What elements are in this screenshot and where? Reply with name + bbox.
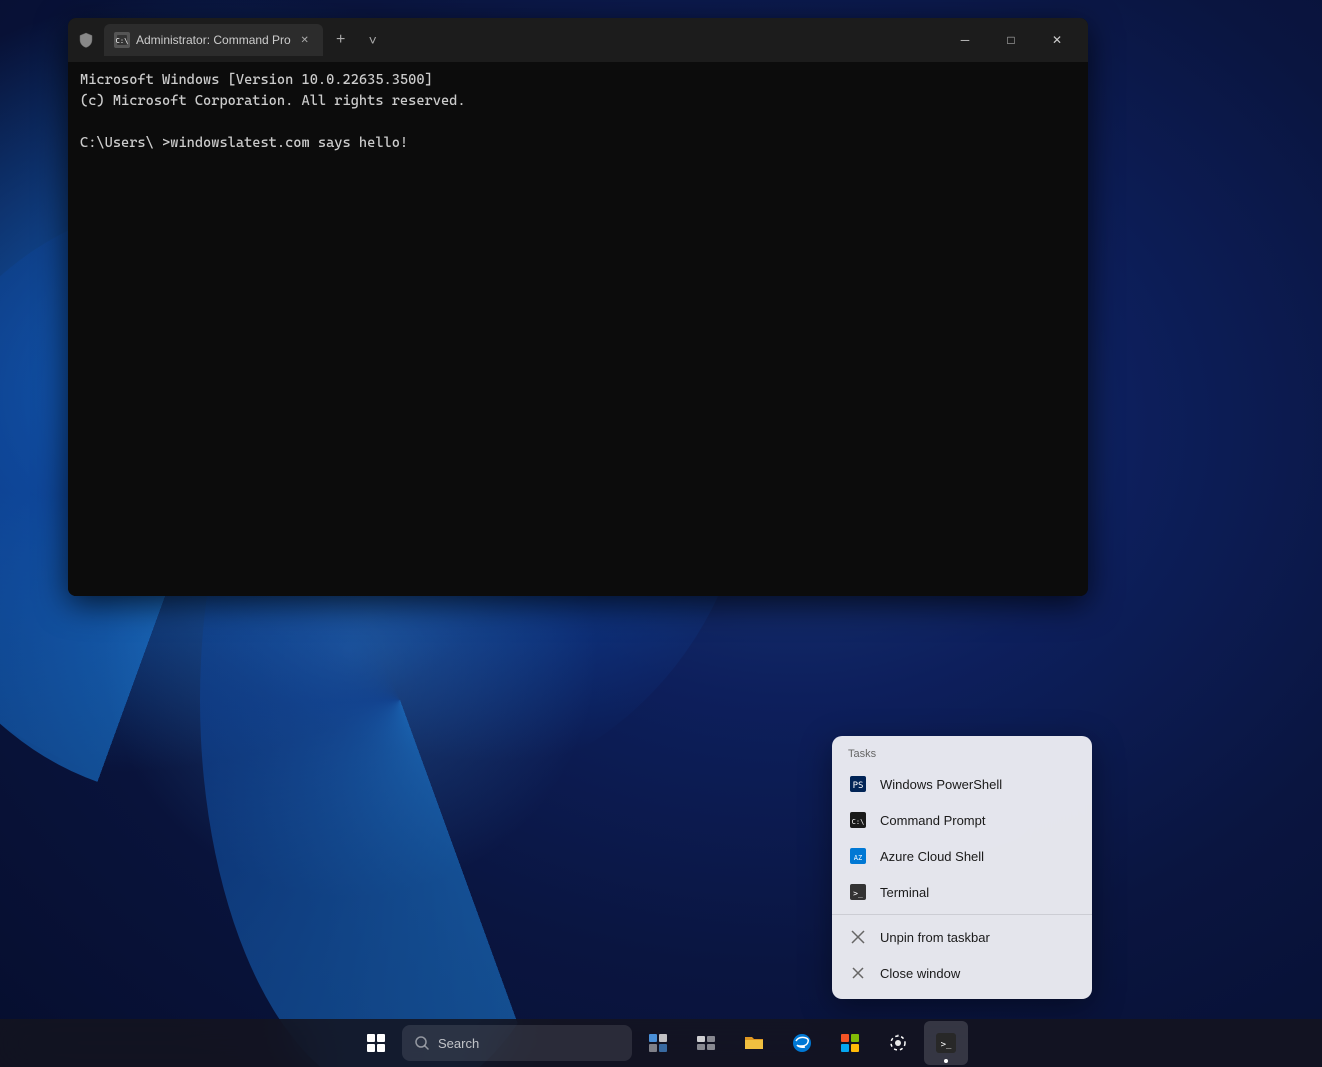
terminal-taskbar-icon: >_	[935, 1032, 957, 1054]
settings-button[interactable]	[876, 1021, 920, 1065]
store-button[interactable]	[828, 1021, 872, 1065]
edge-button[interactable]	[780, 1021, 824, 1065]
search-bar[interactable]: Search	[402, 1025, 632, 1061]
window-controls: ─ □ ✕	[942, 24, 1080, 56]
task-view-button[interactable]	[684, 1021, 728, 1065]
edge-icon	[791, 1032, 813, 1054]
powershell-icon: PS	[848, 774, 868, 794]
svg-text:AZ: AZ	[854, 854, 862, 862]
svg-text:C:\: C:\	[116, 37, 128, 45]
new-tab-button[interactable]: +	[327, 26, 355, 54]
azure-icon: AZ	[848, 846, 868, 866]
taskbar-center: Search	[354, 1021, 968, 1065]
terminal-titlebar: C:\ Administrator: Command Pro ✕ + ˅ ─ □…	[68, 18, 1088, 62]
context-menu-item-cmd[interactable]: C:\ Command Prompt	[832, 802, 1092, 838]
context-menu-section-label: Tasks	[832, 744, 1092, 766]
terminal-taskbar-button[interactable]: >_	[924, 1021, 968, 1065]
unpin-label: Unpin from taskbar	[880, 930, 990, 945]
active-indicator	[944, 1059, 948, 1063]
context-menu-item-powershell[interactable]: PS Windows PowerShell	[832, 766, 1092, 802]
close-window-icon	[848, 963, 868, 983]
terminal-tab-icon: C:\	[114, 32, 130, 48]
terminal-tab-area: C:\ Administrator: Command Pro ✕ + ˅	[76, 24, 942, 56]
svg-text:>_: >_	[853, 889, 863, 898]
svg-text:C:\: C:\	[852, 818, 865, 826]
svg-text:>_: >_	[941, 1040, 952, 1050]
svg-text:PS: PS	[853, 781, 864, 791]
unpin-icon	[848, 927, 868, 947]
file-explorer-icon	[743, 1032, 765, 1054]
terminal-line-2: (c) Microsoft Corporation. All rights re…	[80, 91, 1076, 112]
close-window-label: Close window	[880, 966, 960, 981]
cmd-label: Command Prompt	[880, 813, 985, 828]
terminal-tab[interactable]: C:\ Administrator: Command Pro ✕	[104, 24, 323, 56]
taskbar: Search	[0, 1019, 1322, 1067]
terminal-window: C:\ Administrator: Command Pro ✕ + ˅ ─ □…	[68, 18, 1088, 596]
search-icon	[414, 1035, 430, 1051]
context-menu-item-azure[interactable]: AZ Azure Cloud Shell	[832, 838, 1092, 874]
start-button[interactable]	[354, 1021, 398, 1065]
context-menu-item-terminal[interactable]: >_ Terminal	[832, 874, 1092, 910]
task-view-icon	[695, 1032, 717, 1054]
context-menu-item-close[interactable]: Close window	[832, 955, 1092, 991]
terminal-line-1: Microsoft Windows [Version 10.0.22635.35…	[80, 70, 1076, 91]
settings-icon	[887, 1032, 909, 1054]
window-close-button[interactable]: ✕	[1034, 24, 1080, 56]
widgets-button[interactable]	[636, 1021, 680, 1065]
powershell-label: Windows PowerShell	[880, 777, 1002, 792]
widgets-icon	[647, 1032, 669, 1054]
terminal-label: Terminal	[880, 885, 929, 900]
minimize-button[interactable]: ─	[942, 24, 988, 56]
context-menu: Tasks PS Windows PowerShell C:\ Command …	[832, 736, 1092, 999]
azure-label: Azure Cloud Shell	[880, 849, 984, 864]
file-explorer-button[interactable]	[732, 1021, 776, 1065]
terminal-tab-label: Administrator: Command Pro	[136, 33, 291, 47]
terminal-line-3: C:\Users\ >windowslatest.com says hello!	[80, 133, 1076, 154]
store-icon	[839, 1032, 861, 1054]
terminal-tab-close-button[interactable]: ✕	[297, 32, 313, 48]
desktop: C:\ Administrator: Command Pro ✕ + ˅ ─ □…	[0, 0, 1322, 1067]
tab-dropdown-button[interactable]: ˅	[359, 26, 387, 54]
terminal-icon: >_	[848, 882, 868, 902]
context-menu-item-unpin[interactable]: Unpin from taskbar	[832, 919, 1092, 955]
start-icon	[367, 1034, 385, 1052]
cmd-icon: C:\	[848, 810, 868, 830]
terminal-body[interactable]: Microsoft Windows [Version 10.0.22635.35…	[68, 62, 1088, 596]
shield-icon	[76, 30, 96, 50]
maximize-button[interactable]: □	[988, 24, 1034, 56]
search-text: Search	[438, 1036, 479, 1051]
context-menu-divider	[832, 914, 1092, 915]
